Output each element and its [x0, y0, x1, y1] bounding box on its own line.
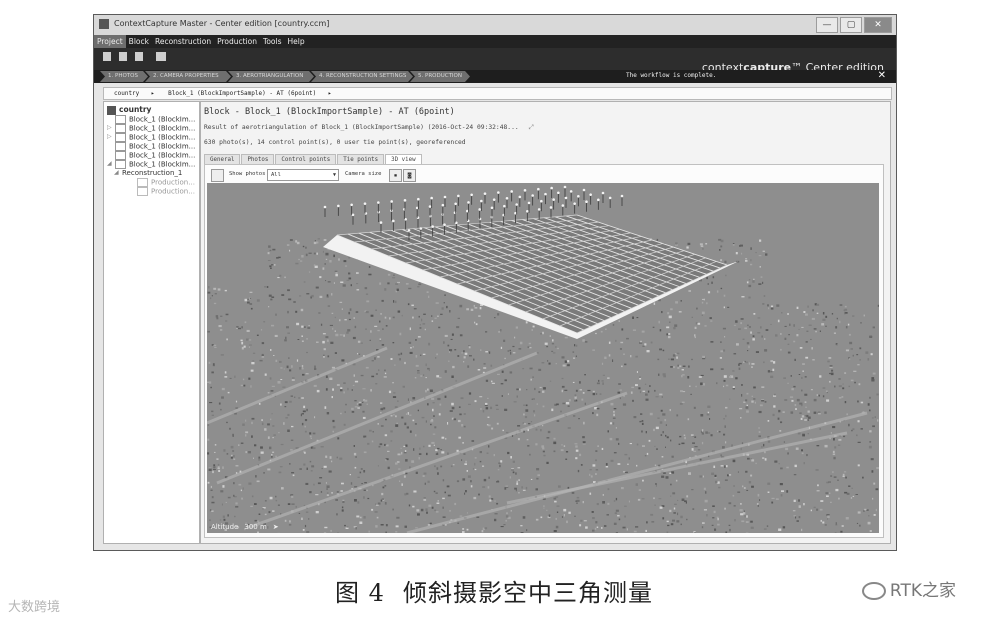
block-icon [115, 115, 126, 124]
tree-root[interactable]: country [107, 105, 151, 115]
window-title: ContextCapture Master - Center edition [… [114, 19, 330, 28]
wechat-logo-icon [861, 582, 886, 600]
workflow-steps: 1. PHOTOS 2. CAMERA PROPERTIES 3. AEROTR… [94, 70, 896, 83]
close-button[interactable]: ✕ [864, 17, 892, 33]
tree-block[interactable]: Block_1 (BlockIm... [115, 151, 195, 160]
breadcrumb-separator-icon: ▸ [150, 90, 155, 97]
3d-view-panel: Show photos All ▼ Camera size ▪ ◙ Altitud… [204, 164, 884, 538]
step-aerotriangulation[interactable]: 3. AEROTRIANGULATION [228, 71, 314, 82]
settings-icon[interactable] [156, 52, 166, 61]
camera-smaller-icon[interactable]: ▪ [389, 169, 402, 182]
tree-production[interactable]: Production... [137, 187, 195, 196]
menu-block[interactable]: Block [126, 35, 152, 48]
edit-icon[interactable]: ⤢ [529, 124, 534, 131]
breadcrumb-separator-icon: ▸ [327, 90, 332, 97]
camera-size-label: Camera size [345, 171, 382, 177]
block-title: Block - Block_1 (BlockImportSample) - AT… [204, 107, 455, 117]
camera-larger-icon[interactable]: ◙ [403, 169, 416, 182]
menu-project[interactable]: Project [94, 35, 126, 48]
block-icon [115, 160, 126, 169]
tree-block[interactable]: Block_1 (BlockIm... [115, 115, 195, 124]
close-workflow-icon[interactable]: ✕ [878, 70, 886, 81]
altitude-value: 300 m [244, 523, 267, 531]
app-icon [99, 19, 109, 29]
figure-title: 倾斜摄影空中三角测量 [402, 579, 653, 607]
figure-number: 图 4 [335, 579, 385, 607]
breadcrumb-block[interactable]: Block_1 (BlockImportSample) - AT (6point… [168, 90, 316, 97]
production-icon [137, 178, 148, 187]
show-photos-select[interactable]: All ▼ [267, 169, 339, 181]
cursor-icon: ➤ [272, 523, 279, 531]
app-window: ContextCapture Master - Center edition [… [93, 14, 897, 551]
block-icon [115, 133, 126, 142]
block-detail-panel: Block - Block_1 (BlockImportSample) - AT… [200, 101, 891, 544]
watermark-left: 大数跨境 [8, 600, 61, 615]
altitude-label: Altitude [211, 523, 239, 531]
show-photos-label: Show photos [229, 171, 266, 177]
altitude-readout: Altitude 300 m ➤ [211, 523, 285, 531]
block-stats: 630 photo(s), 14 control point(s), 0 use… [204, 139, 466, 146]
workflow-status: The workflow is complete. [626, 72, 717, 79]
minimize-button[interactable]: — [816, 17, 838, 33]
block-icon [115, 142, 126, 151]
breadcrumb-root[interactable]: country [114, 90, 139, 97]
menu-bar: Project Block Reconstruction Production Tool… [94, 35, 896, 48]
expand-icon[interactable]: ▷ [107, 133, 112, 140]
point-cloud-render [207, 183, 879, 533]
collapse-icon[interactable]: ◢ [107, 160, 112, 167]
tree-block[interactable]: Block_1 (BlockIm... [115, 142, 195, 151]
menu-help[interactable]: Help [285, 35, 308, 48]
tree-block[interactable]: ▷ Block_1 (BlockIm... [107, 133, 195, 142]
figure-caption: 图 4 倾斜摄影空中三角测量 [0, 573, 988, 608]
chevron-down-icon: ▼ [332, 172, 336, 178]
step-reconstruction-settings[interactable]: 4. RECONSTRUCTION SETTINGS [311, 71, 413, 82]
open-project-icon[interactable] [119, 52, 127, 61]
home-view-icon[interactable] [211, 169, 224, 182]
project-tree: country Block_1 (BlockIm... ▷ Block_1 (Bl… [103, 101, 200, 544]
tree-block[interactable]: ▷ Block_1 (BlockIm... [107, 124, 195, 133]
save-project-icon[interactable] [135, 52, 143, 61]
watermark-right: RTK之家 [861, 576, 956, 601]
step-camera-properties[interactable]: 2. CAMERA PROPERTIES [145, 71, 231, 82]
expand-icon[interactable]: ▷ [107, 124, 112, 131]
title-bar: ContextCapture Master - Center edition [… [94, 15, 896, 36]
new-project-icon[interactable] [103, 52, 111, 61]
3d-scene-viewport[interactable]: Altitude 300 m ➤ [207, 183, 879, 533]
step-production[interactable]: 5. PRODUCTION [410, 71, 470, 82]
tree-block[interactable]: ◢ Block_1 (BlockIm... [107, 160, 195, 169]
tree-reconstruction[interactable]: ◢ Reconstruction_1 [114, 169, 182, 177]
tree-production[interactable]: Production... [137, 178, 195, 187]
step-photos[interactable]: 1. PHOTOS [100, 71, 148, 82]
menu-tools[interactable]: Tools [260, 35, 284, 48]
aerotriangulation-result: Result of aerotriangulation of Block_1 (… [204, 124, 534, 131]
block-icon [115, 124, 126, 133]
production-icon [137, 187, 148, 196]
menu-reconstruction[interactable]: Reconstruction [152, 35, 214, 48]
block-icon [115, 151, 126, 160]
project-icon [107, 105, 116, 115]
breadcrumb: country ▸ Block_1 (BlockImportSample) - … [103, 87, 892, 100]
collapse-icon[interactable]: ◢ [114, 169, 119, 176]
maximize-button[interactable]: ▢ [840, 17, 862, 33]
menu-production[interactable]: Production [214, 35, 260, 48]
3d-view-toolbar: Show photos All ▼ Camera size ▪ ◙ [209, 168, 879, 182]
